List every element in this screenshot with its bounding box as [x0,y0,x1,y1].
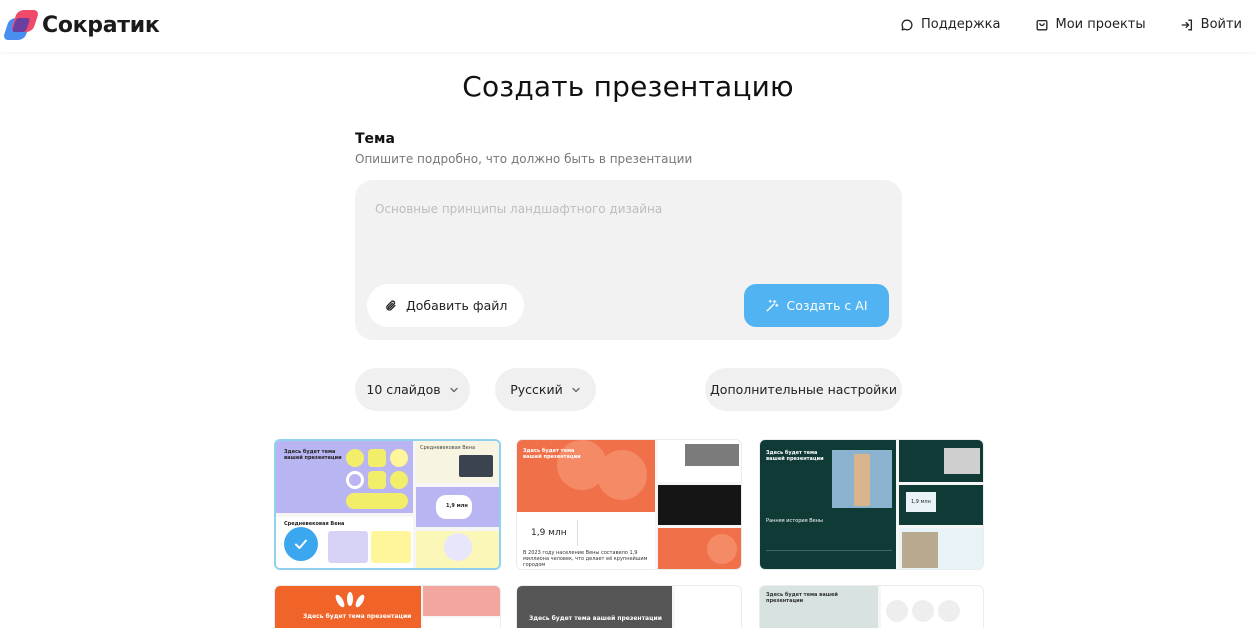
template-card-orange[interactable]: Здесь будет тема вашей презентации 1,9 м… [516,439,742,570]
template-stat: 1,9 млн [446,503,468,509]
login-arrow-icon [1181,19,1192,30]
template-caption: Средневековая Вена [284,521,345,527]
language-dropdown[interactable]: Русский [495,368,596,411]
chat-bubble-icon [901,19,913,30]
topic-label: Тема [355,131,395,147]
topic-input[interactable] [375,202,875,216]
brand-logo[interactable]: Сократик [2,8,160,42]
page-title: Создать презентацию [462,70,794,103]
login-label: Войти [1200,17,1242,32]
topic-field-container: Добавить файл Создать с AI [355,180,902,340]
add-file-label: Добавить файл [406,298,508,313]
create-with-ai-button[interactable]: Создать с AI [744,284,889,327]
add-file-button[interactable]: Добавить файл [367,284,525,327]
selected-check-icon [284,527,318,561]
template-stat: 1,9 млн [531,528,567,538]
template-heading: Здесь будет тема вашей презентации [766,592,838,604]
advanced-settings-button[interactable]: Дополнительные настройки [705,368,902,411]
support-link-label: Поддержка [921,17,1001,32]
top-nav: Поддержка Мои проекты Войти [900,17,1242,32]
advanced-settings-label: Дополнительные настройки [710,382,897,397]
template-heading: Здесь будет тема презентации [303,613,412,620]
template-caption: Ранняя история Вены [766,518,823,524]
my-projects-link[interactable]: Мои проекты [1035,17,1146,32]
template-card-light[interactable]: Здесь будет тема вашей презентации [759,585,984,628]
my-projects-label: Мои проекты [1055,17,1146,32]
slides-count-dropdown[interactable]: 10 слайдов [355,368,470,411]
template-heading: Здесь будет тема вашей презентации [529,615,662,622]
login-link[interactable]: Войти [1180,17,1242,32]
template-card-lavender[interactable]: Здесь будет тема вашей презентации Средн… [274,439,501,570]
top-bar: Сократик Поддержка Мои проекты Войти [0,0,1256,52]
template-card-dark-green[interactable]: Здесь будет тема вашей презентации Рання… [759,439,984,570]
template-card-orange-leaves[interactable]: Здесь будет тема презентации [274,585,501,628]
language-value: Русский [510,382,563,397]
chevron-down-icon [572,387,580,392]
logo-icon [2,8,40,42]
template-heading: Здесь будет тема вашей презентации [523,448,581,460]
support-link[interactable]: Поддержка [900,17,1001,32]
template-heading: Здесь будет тема вашей презентации [766,450,824,462]
topic-hint: Опишите подробно, что должно быть в през… [355,152,693,166]
paperclip-icon [386,299,396,311]
template-stat: 1,9 млн [911,499,931,505]
template-heading: Здесь будет тема вашей презентации [284,449,342,461]
create-with-ai-label: Создать с AI [786,298,868,313]
magic-wand-icon [766,299,779,312]
slides-count-value: 10 слайдов [366,382,441,397]
chevron-down-icon [449,387,458,392]
template-caption: В 2023 году население Вены составило 1,9… [523,550,648,568]
template-card-grey[interactable]: Здесь будет тема вашей презентации [516,585,742,628]
brand-name: Сократик [42,12,160,38]
bag-icon [1036,19,1047,30]
